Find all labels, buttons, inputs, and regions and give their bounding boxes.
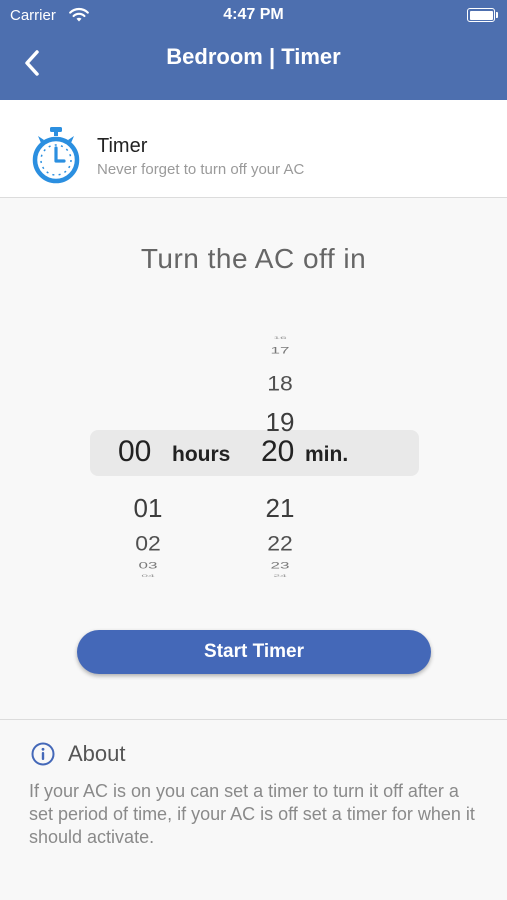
picker-option[interactable]: 16 — [250, 336, 310, 340]
picker-option[interactable]: 22 — [250, 532, 310, 554]
timer-section-title: Timer — [97, 135, 148, 157]
about-description: If your AC is on you can set a timer to … — [29, 781, 475, 847]
section-divider — [0, 719, 507, 720]
picker-option[interactable]: 01 — [118, 495, 178, 521]
page-title: Bedroom | Timer — [166, 44, 341, 69]
picker-option[interactable]: 18 — [250, 372, 310, 394]
selected-minutes-value[interactable]: 20 — [261, 435, 294, 469]
picker-option[interactable]: 04 — [118, 574, 178, 578]
picker-option[interactable]: 21 — [250, 495, 310, 521]
picker-option[interactable]: 19 — [250, 409, 310, 435]
selected-hours-value[interactable]: 00 — [118, 435, 151, 469]
navigation-bar: Carrier 4:47 PM Bedroom | Timer — [0, 0, 507, 100]
timer-section-subtitle: Never forget to turn off your AC — [97, 161, 305, 178]
hours-unit-label: hours — [172, 443, 231, 466]
status-time: 4:47 PM — [223, 6, 284, 23]
picker-option[interactable]: 17 — [250, 346, 310, 355]
minutes-unit-label: min. — [305, 443, 349, 466]
about-title: About — [68, 741, 126, 766]
picker-option[interactable]: 23 — [250, 561, 310, 570]
picker-option[interactable]: 02 — [118, 532, 178, 554]
stopwatch-icon — [32, 127, 80, 184]
info-icon — [31, 742, 55, 766]
battery-icon — [467, 8, 498, 22]
start-timer-button[interactable]: Start Timer — [77, 630, 431, 674]
picker-option[interactable]: 24 — [250, 574, 310, 578]
timer-prompt: Turn the AC off in — [140, 243, 367, 274]
picker-option[interactable]: 03 — [118, 561, 178, 570]
